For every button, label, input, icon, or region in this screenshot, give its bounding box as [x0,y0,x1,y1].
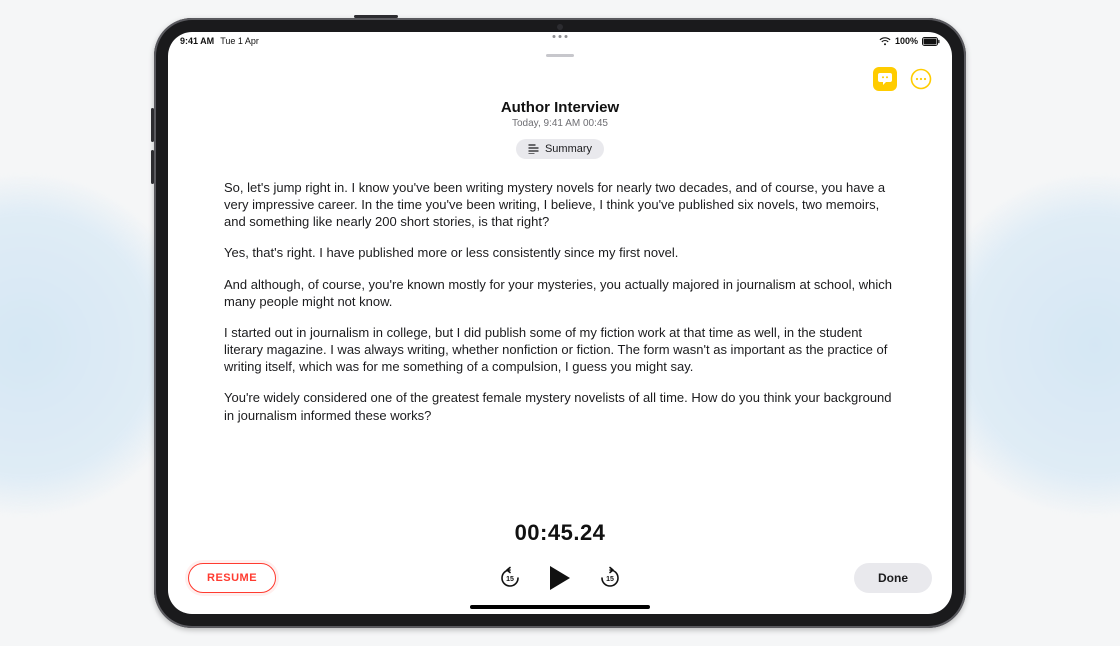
battery-icon [922,37,940,46]
battery-percent: 100% [895,36,918,46]
transcript-paragraph: You're widely considered one of the grea… [224,389,896,423]
transcript-paragraph: I started out in journalism in college, … [224,324,896,375]
skip-forward-icon: 15 [598,566,622,590]
screen: 9:41 AM Tue 1 Apr 100% [168,32,952,614]
recording-title: Author Interview [168,99,952,116]
status-date: Tue 1 Apr [220,36,259,46]
hardware-power-button [354,15,398,18]
more-options-button[interactable] [908,66,934,92]
transcript-paragraph: Yes, that's right. I have published more… [224,244,896,261]
skip-back-15-button[interactable]: 15 [497,565,523,591]
hardware-volume-up [151,108,154,142]
ipad-device-frame: 9:41 AM Tue 1 Apr 100% [154,18,966,628]
resume-recording-button[interactable]: RESUME [188,563,276,593]
play-icon [547,564,573,592]
hardware-camera-dot [557,24,563,30]
summary-pill-button[interactable]: Summary [516,139,604,159]
multitask-dots-icon[interactable] [553,35,568,38]
hardware-volume-down [151,150,154,184]
playback-timecode: 00:45.24 [188,520,932,546]
done-label: Done [878,571,908,585]
status-time: 9:41 AM [180,36,214,46]
transcript-paragraph: And although, of course, you're known mo… [224,276,896,310]
quote-badge-icon [873,67,897,91]
play-button[interactable] [545,563,575,593]
skip-back-icon: 15 [498,566,522,590]
status-bar: 9:41 AM Tue 1 Apr 100% [168,32,952,50]
recording-header: Author Interview Today, 9:41 AM 00:45 Su… [168,99,952,159]
top-actions-group [872,66,934,92]
svg-text:15: 15 [506,576,514,583]
skip-forward-15-button[interactable]: 15 [597,565,623,591]
transcript-paragraph: So, let's jump right in. I know you've b… [224,179,896,230]
recording-subtitle: Today, 9:41 AM 00:45 [168,118,952,129]
summary-label: Summary [545,143,592,155]
summary-icon [528,144,539,154]
wifi-icon [879,37,891,46]
playback-footer: 00:45.24 RESUME 15 [168,520,952,614]
done-button[interactable]: Done [854,563,932,593]
transcript-body[interactable]: So, let's jump right in. I know you've b… [168,159,952,520]
ellipsis-circle-icon [910,68,932,90]
home-indicator[interactable] [470,605,650,609]
transcript-button[interactable] [872,66,898,92]
playback-controls-row: RESUME 15 [188,560,932,596]
svg-text:15: 15 [606,576,614,583]
resume-label: RESUME [207,572,257,584]
sheet-grab-handle[interactable] [546,54,574,57]
